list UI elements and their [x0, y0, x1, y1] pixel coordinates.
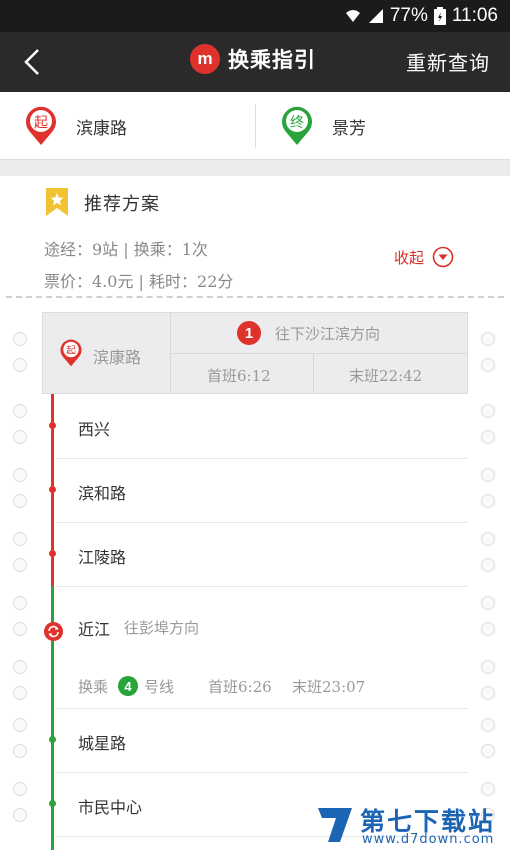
plan-title: 推荐方案: [84, 194, 160, 215]
route-endpoints: 起 滨康路 终 景芳: [0, 92, 510, 160]
start-badge-text: 起: [66, 345, 76, 357]
battery-icon: [433, 7, 446, 25]
wifi-icon: [345, 10, 360, 22]
station-name: 城星路: [78, 734, 127, 753]
plan-summary-line2: 票价：4.0元 | 耗时：22分: [44, 272, 234, 291]
transfer-suffix: 号线: [144, 678, 175, 696]
metro-logo-icon: m: [190, 44, 220, 74]
line4-badge: 4: [118, 676, 138, 696]
clock: 11:06: [451, 5, 498, 26]
destination-field[interactable]: 终 景芳: [256, 92, 510, 160]
section-gap: [0, 160, 510, 176]
collapse-button[interactable]: 收起: [394, 246, 454, 268]
segment-header: 起 滨康路 1 往下沙江滨方向 首班6:12 末班22:42: [42, 312, 468, 394]
collapse-label: 收起: [394, 248, 425, 267]
segment-start-station: 滨康路: [93, 348, 142, 367]
station-dot: [49, 486, 56, 493]
bookmark-star-icon: [46, 188, 68, 216]
transfer-last-train: 末班23:07: [292, 678, 366, 696]
last-train-time: 末班22:42: [349, 367, 423, 385]
transfer-direction: 往彭埠方向: [124, 619, 200, 637]
first-train-time: 首班6:12: [207, 367, 271, 385]
origin-pin-icon: 起: [26, 106, 57, 145]
line-number-badge: 1: [237, 321, 261, 345]
station-name: 江陵路: [78, 548, 127, 567]
requery-button[interactable]: 重新查询: [406, 47, 490, 76]
transfer-station-name: 近江: [78, 620, 111, 639]
transfer-prefix: 换乘: [78, 678, 109, 696]
station-name: 市民中心: [78, 798, 143, 817]
transfer-icon: [44, 622, 63, 641]
watermark-url: www.d7down.com: [362, 832, 495, 847]
battery-percent: 77%: [389, 5, 428, 26]
chevron-down-circle-icon: [432, 246, 454, 268]
origin-badge-text: 起: [34, 115, 48, 131]
transfer-first-train: 首班6:26: [208, 678, 272, 696]
start-pin-icon: 起: [60, 339, 82, 367]
station-name: 滨和路: [78, 484, 127, 503]
station-dot: [49, 800, 56, 807]
plan-summary-line1: 途经：9站 | 换乘：1次: [44, 240, 208, 259]
watermark-logo: 第七下载站 www.d7down.com: [314, 800, 510, 850]
watermark-mark-icon: [318, 808, 352, 842]
status-bar: 77% 11:06: [0, 0, 510, 32]
signal-icon: [368, 9, 383, 23]
destination-badge-text: 终: [290, 115, 304, 131]
dashed-divider: [6, 296, 504, 298]
station-name: 西兴: [78, 420, 111, 439]
segment-direction: 往下沙江滨方向: [275, 325, 381, 343]
origin-field[interactable]: 起 滨康路: [0, 92, 255, 160]
station-dot: [49, 736, 56, 743]
origin-station: 滨康路: [76, 119, 127, 139]
plan-panel: 推荐方案 途经：9站 | 换乘：1次 票价：4.0元 | 耗时：22分 收起 起…: [0, 176, 510, 850]
station-dot: [49, 422, 56, 429]
back-arrow-icon[interactable]: [14, 42, 54, 82]
title-group: m 换乘指引: [190, 44, 316, 74]
station-dot: [49, 550, 56, 557]
page-title: 换乘指引: [228, 47, 316, 72]
destination-pin-icon: 终: [282, 106, 312, 145]
app-bar: m 换乘指引 重新查询: [0, 32, 510, 92]
destination-station: 景芳: [332, 119, 366, 139]
